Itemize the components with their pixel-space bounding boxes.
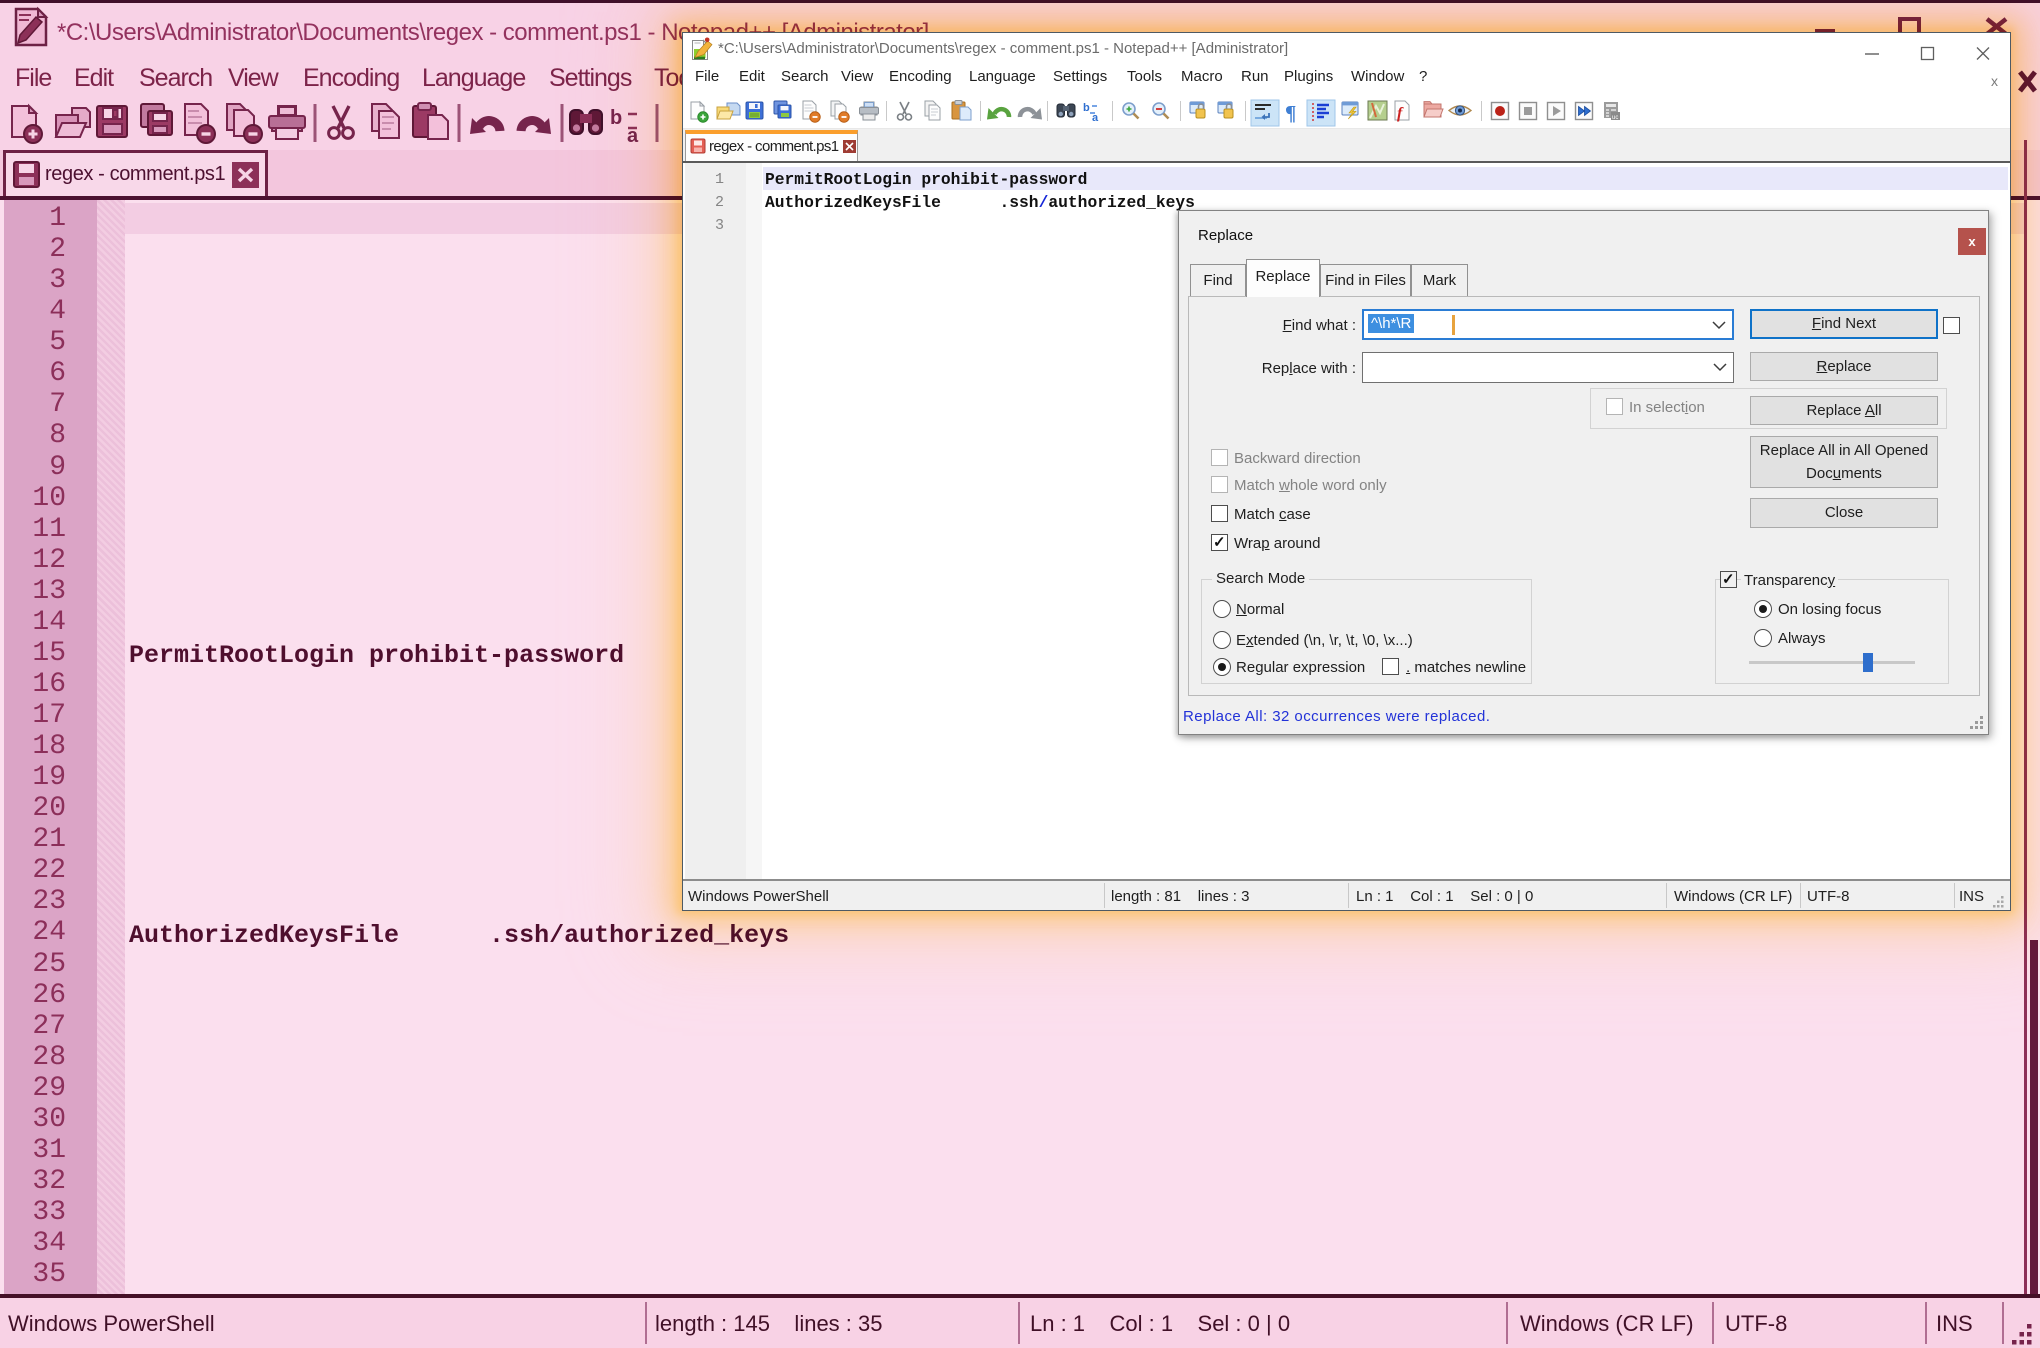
svg-text:b: b <box>610 107 622 129</box>
svg-text:b: b <box>1083 102 1090 114</box>
svg-text:¶: ¶ <box>1285 101 1296 125</box>
svg-text:a: a <box>1092 112 1099 124</box>
svg-text:uc: uc <box>1612 115 1618 121</box>
